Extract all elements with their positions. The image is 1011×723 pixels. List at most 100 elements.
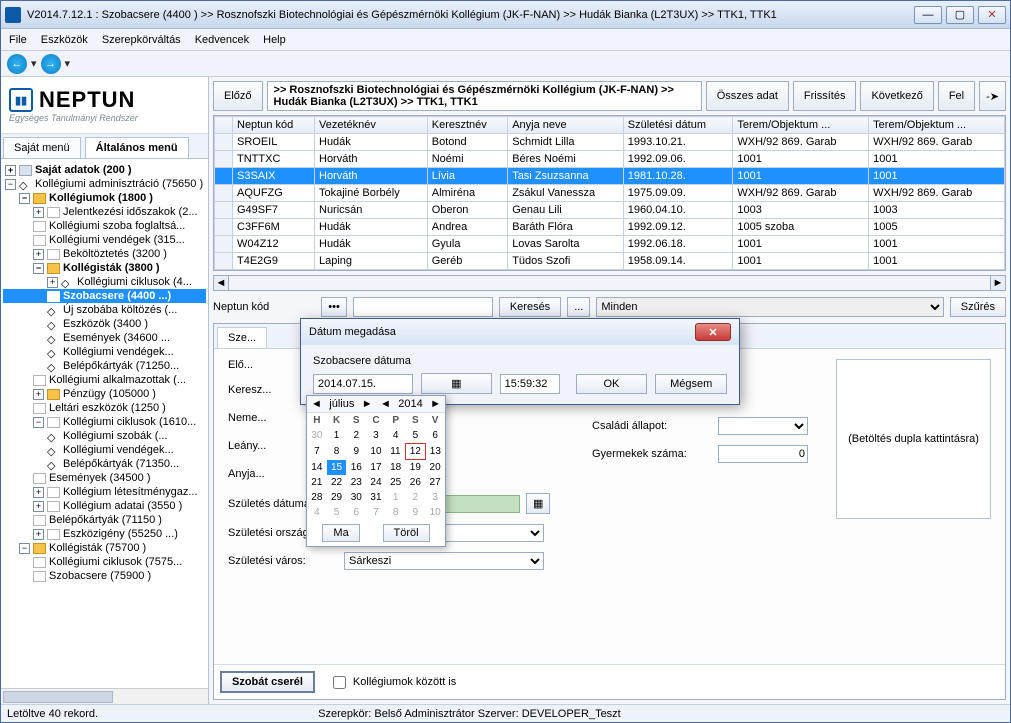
table-row[interactable]: G49SF7NuricsánOberonGenau Lili1960.04.10…	[215, 202, 1005, 219]
filter-select[interactable]: Minden	[596, 297, 943, 317]
tree-szobacsere[interactable]: Szobacsere (4400 ...)	[3, 289, 206, 303]
table-row[interactable]: C3FF6MHudákAndreaBaráth Flóra1992.09.12.…	[215, 219, 1005, 236]
children-input[interactable]	[718, 445, 808, 463]
calendar-day[interactable]: 7	[366, 505, 386, 520]
tree-kollegistak[interactable]: −Kollégisták (3800 )	[3, 261, 206, 275]
tree-root[interactable]: +Saját adatok (200 )	[3, 163, 206, 177]
calendar-day[interactable]: 11	[386, 444, 406, 460]
modal-time-input[interactable]	[500, 374, 560, 394]
grid-header[interactable]: Vezetéknév	[315, 117, 428, 134]
marital-select[interactable]	[718, 417, 808, 435]
cal-today-button[interactable]: Ma	[322, 524, 359, 542]
calendar-day[interactable]: 9	[406, 505, 426, 520]
nav-back-dropdown-icon[interactable]: ▾	[31, 57, 37, 70]
table-row[interactable]: S3SAIXHorváthLíviaTasi Zsuzsanna1981.10.…	[215, 168, 1005, 185]
tree-kollegiumok[interactable]: −Kollégiumok (1800 )	[3, 191, 206, 205]
calendar-day[interactable]: 17	[366, 460, 386, 476]
menu-tools[interactable]: Eszközök	[41, 34, 88, 46]
next-button[interactable]: Következő	[860, 81, 933, 111]
calendar-day[interactable]: 14	[307, 460, 327, 476]
calendar-day[interactable]: 28	[307, 490, 327, 505]
grid-header[interactable]: Neptun kód	[233, 117, 315, 134]
tree-koll-admin[interactable]: −Kollégiumi adminisztráció (75650 )	[3, 177, 206, 191]
calendar-day[interactable]: 30	[346, 490, 366, 505]
menu-role[interactable]: Szerepkörváltás	[102, 34, 181, 46]
calendar-day[interactable]: 31	[366, 490, 386, 505]
tree-penzugy[interactable]: +Pénzügy (105000 )	[3, 387, 206, 401]
tree-belepo712[interactable]: Belépőkártyák (71250...	[3, 359, 206, 373]
tree-kollegistak757[interactable]: −Kollégisták (75700 )	[3, 541, 206, 555]
calendar-day[interactable]: 4	[386, 428, 406, 444]
modal-date-input[interactable]	[313, 374, 413, 394]
prev-button[interactable]: Előző	[213, 81, 263, 111]
between-dorms-checkbox[interactable]	[333, 676, 346, 689]
cal-clear-button[interactable]: Töröl	[383, 524, 430, 542]
calendar-day[interactable]: 3	[366, 428, 386, 444]
tree-szobafog[interactable]: Kollégiumi szoba foglaltsá...	[3, 219, 206, 233]
grid-scroll-left-icon[interactable]: ◄	[213, 275, 229, 291]
close-button[interactable]: ✕	[978, 6, 1006, 24]
calendar-day[interactable]: 24	[366, 475, 386, 490]
grid-scroll-right-icon[interactable]: ►	[990, 275, 1006, 291]
grid-header[interactable]: Terem/Objektum ...	[733, 117, 869, 134]
pin-button[interactable]: -➤	[979, 81, 1006, 111]
tree-szobacsere759[interactable]: Szobacsere (75900 )	[3, 569, 206, 583]
tree-koll-vendeg2[interactable]: Kollégiumi vendégek...	[3, 443, 206, 457]
calendar-day[interactable]: 1	[386, 490, 406, 505]
tree-alkalm[interactable]: Kollégiumi alkalmazottak (...	[3, 373, 206, 387]
calendar-day[interactable]: 2	[346, 428, 366, 444]
calendar-day[interactable]: 10	[366, 444, 386, 460]
tree-esemenyek34[interactable]: Események (34600 ...	[3, 331, 206, 345]
maximize-button[interactable]: ▢	[946, 6, 974, 24]
nav-back-button[interactable]: ←	[7, 54, 27, 74]
cal-prev-month-icon[interactable]: ◄	[311, 398, 322, 410]
photo-box[interactable]: (Betöltés dupla kattintásra)	[836, 359, 991, 519]
calendar-day[interactable]: 2	[406, 490, 426, 505]
between-dorms-row[interactable]: Kollégiumok között is	[329, 673, 456, 692]
tree-eszkozig[interactable]: +Eszközigény (55250 ...)	[3, 527, 206, 541]
search-button[interactable]: Keresés	[499, 297, 561, 317]
minimize-button[interactable]: —	[914, 6, 942, 24]
calendar-day[interactable]: 21	[307, 475, 327, 490]
calendar-day[interactable]: 29	[327, 490, 347, 505]
birthdate-picker-icon[interactable]: ▦	[526, 493, 550, 514]
tree-belepo711[interactable]: Belépőkártyák (71150 )	[3, 513, 206, 527]
modal-date-picker-icon[interactable]: ▦	[421, 373, 492, 394]
calendar-day[interactable]: 18	[386, 460, 406, 476]
modal-cancel-button[interactable]: Mégsem	[655, 374, 727, 394]
up-button[interactable]: Fel	[938, 81, 975, 111]
cal-next-year-icon[interactable]: ►	[430, 398, 441, 410]
tree-vendeg31[interactable]: Kollégiumi vendégek (315...	[3, 233, 206, 247]
grid-header[interactable]: Születési dátum	[623, 117, 733, 134]
cal-year[interactable]: 2014	[398, 398, 422, 410]
table-row[interactable]: AQUFZGTokajiné BorbélyAlmirénaZsákul Van…	[215, 185, 1005, 202]
calendar-day[interactable]: 16	[346, 460, 366, 476]
grid-header[interactable]: Anyja neve	[508, 117, 624, 134]
grid-header[interactable]: Terem/Objektum ...	[869, 117, 1005, 134]
cal-month[interactable]: július	[329, 398, 354, 410]
table-row[interactable]: TNTTXCHorváthNoémiBéres Noémi1992.09.06.…	[215, 151, 1005, 168]
calendar-day[interactable]: 15	[327, 460, 347, 476]
tree-szobak[interactable]: Kollégiumi szobák (...	[3, 429, 206, 443]
modal-close-button[interactable]: ✕	[695, 323, 731, 341]
filter-button[interactable]: Szűrés	[950, 297, 1006, 317]
tree-adatai[interactable]: +Kollégium adatai (3550 )	[3, 499, 206, 513]
tree-koll-vendeg[interactable]: Kollégiumi vendégek...	[3, 345, 206, 359]
calendar-day[interactable]: 9	[346, 444, 366, 460]
tree-belepo713[interactable]: Belépőkártyák (71350...	[3, 457, 206, 471]
modal-ok-button[interactable]: OK	[576, 374, 648, 394]
tree-view[interactable]: +Saját adatok (200 ) −Kollégiumi adminis…	[1, 159, 208, 688]
calendar-day[interactable]: 27	[425, 475, 445, 490]
calendar-day[interactable]: 3	[425, 490, 445, 505]
tab-own-menu[interactable]: Saját menü	[3, 137, 81, 158]
refresh-button[interactable]: Frissítés	[793, 81, 857, 111]
birthcity-select[interactable]: Sárkeszi	[344, 552, 544, 570]
calendar-day[interactable]: 20	[425, 460, 445, 476]
tree-letesitmeny[interactable]: +Kollégium létesítménygaz...	[3, 485, 206, 499]
swap-room-button[interactable]: Szobát cserél	[220, 671, 315, 693]
calendar-day[interactable]: 13	[425, 444, 445, 460]
table-row[interactable]: W04Z12HudákGyulaLovas Sarolta1992.06.18.…	[215, 236, 1005, 253]
tree-esemenyek345[interactable]: Események (34500 )	[3, 471, 206, 485]
menu-help[interactable]: Help	[263, 34, 286, 46]
calendar-day[interactable]: 19	[406, 460, 426, 476]
